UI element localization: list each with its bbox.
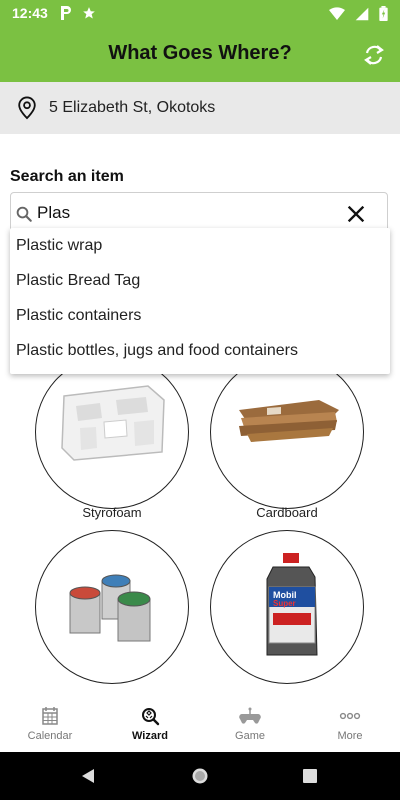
refresh-icon[interactable]	[362, 43, 386, 67]
page-title: What Goes Where?	[108, 42, 292, 64]
wifi-icon	[329, 6, 345, 20]
styrofoam-image	[61, 385, 165, 461]
app-bar: What Goes Where?	[0, 28, 400, 82]
item-label: Cardboard	[256, 505, 318, 520]
suggestion-item[interactable]: Plastic bottles, jugs and food container…	[16, 342, 298, 360]
suggestion-item[interactable]: Plastic wrap	[16, 237, 102, 255]
battery-icon	[379, 6, 388, 21]
item-label: Styrofoam	[82, 505, 142, 520]
back-icon[interactable]	[80, 768, 96, 784]
cardboard-image	[239, 400, 339, 442]
suggestion-item[interactable]: Plastic Bread Tag	[16, 272, 140, 290]
system-nav-bar	[0, 752, 400, 800]
suggestion-item[interactable]: Plastic containers	[16, 307, 141, 325]
motor-oil-bottle-image: Mobil Super	[266, 553, 318, 656]
nav-label: Calendar	[27, 730, 73, 742]
home-icon[interactable]	[191, 767, 209, 785]
gamepad-icon	[239, 707, 261, 724]
nav-item-wizard[interactable]: Wizard	[100, 700, 200, 752]
item-cardboard[interactable]	[210, 355, 364, 509]
notification-icons	[60, 5, 96, 21]
parking-icon	[61, 6, 71, 20]
search-icon	[16, 206, 32, 222]
status-time: 12:43	[12, 5, 48, 21]
more-icon	[339, 712, 361, 720]
bottom-nav: Calendar Wizard Game More	[0, 700, 400, 752]
search-label: Search an item	[10, 168, 124, 185]
nav-label: Game	[235, 730, 265, 742]
item-motor-oil[interactable]: Mobil Super	[210, 530, 364, 684]
calendar-icon	[42, 707, 58, 725]
star-icon	[83, 7, 95, 19]
recents-icon[interactable]	[303, 769, 317, 783]
nav-item-more[interactable]: More	[300, 700, 400, 752]
system-status-icons	[329, 6, 388, 21]
paint-cans-image	[69, 574, 151, 642]
suggestion-list: Plastic wrap Plastic Bread Tag Plastic c…	[10, 228, 390, 374]
bottle-brand-text: Super	[273, 599, 296, 608]
nav-label: Wizard	[132, 730, 168, 742]
item-paint[interactable]	[35, 530, 189, 684]
item-styrofoam[interactable]	[35, 355, 189, 509]
status-bar: 12:43	[0, 0, 400, 28]
nav-label: More	[337, 730, 363, 742]
address-text: 5 Elizabeth St, Okotoks	[49, 99, 216, 116]
signal-icon	[355, 7, 369, 20]
nav-item-calendar[interactable]: Calendar	[0, 700, 100, 752]
close-icon[interactable]	[345, 203, 367, 225]
address-bar[interactable]: 5 Elizabeth St, Okotoks	[0, 82, 400, 134]
search-input[interactable]	[37, 201, 337, 225]
location-pin-icon	[18, 96, 36, 120]
nav-item-game[interactable]: Game	[200, 700, 300, 752]
wizard-icon	[142, 708, 160, 726]
